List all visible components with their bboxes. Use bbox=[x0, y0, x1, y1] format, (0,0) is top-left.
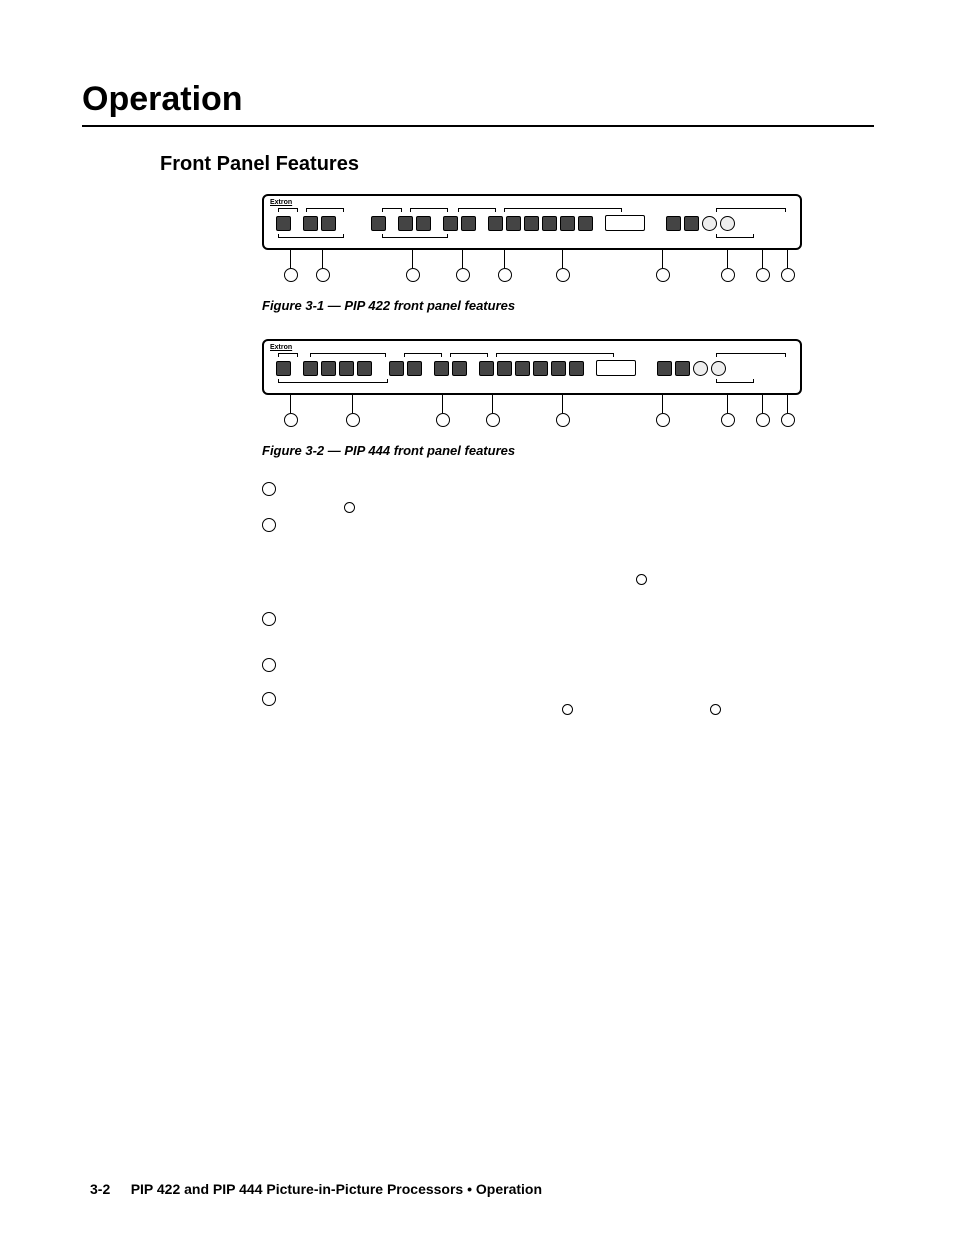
feature-marker bbox=[636, 574, 647, 585]
button-row bbox=[276, 359, 788, 377]
footer-text: PIP 422 and PIP 444 Picture-in-Picture P… bbox=[131, 1181, 542, 1197]
chapter-title: Operation bbox=[82, 80, 874, 127]
feature-marker bbox=[262, 658, 276, 672]
figure-3-1: Extron bbox=[262, 194, 874, 313]
feature-marker bbox=[262, 518, 276, 532]
brand-label: Extron bbox=[270, 199, 292, 206]
feature-marker bbox=[262, 692, 276, 706]
page-footer: 3-2 PIP 422 and PIP 444 Picture-in-Pictu… bbox=[0, 1181, 954, 1199]
page-number: 3-2 bbox=[90, 1181, 110, 1197]
document-page: Operation Front Panel Features Extron bbox=[0, 0, 954, 1235]
brand-label: Extron bbox=[270, 344, 292, 351]
figure-caption-1: Figure 3-1 — PIP 422 front panel feature… bbox=[262, 298, 874, 313]
feature-marker bbox=[344, 502, 355, 513]
feature-list bbox=[262, 472, 874, 720]
callout-row-2 bbox=[262, 395, 802, 437]
feature-marker bbox=[710, 704, 721, 715]
feature-marker bbox=[562, 704, 573, 715]
device-pip-422: Extron bbox=[262, 194, 802, 250]
device-pip-444: Extron bbox=[262, 339, 802, 395]
figure-3-2: Extron bbox=[262, 339, 874, 458]
feature-marker bbox=[262, 482, 276, 496]
section-title: Front Panel Features bbox=[160, 153, 874, 176]
button-row bbox=[276, 214, 788, 232]
feature-marker bbox=[262, 612, 276, 626]
callout-row-1 bbox=[262, 250, 802, 292]
figure-caption-2: Figure 3-2 — PIP 444 front panel feature… bbox=[262, 443, 874, 458]
